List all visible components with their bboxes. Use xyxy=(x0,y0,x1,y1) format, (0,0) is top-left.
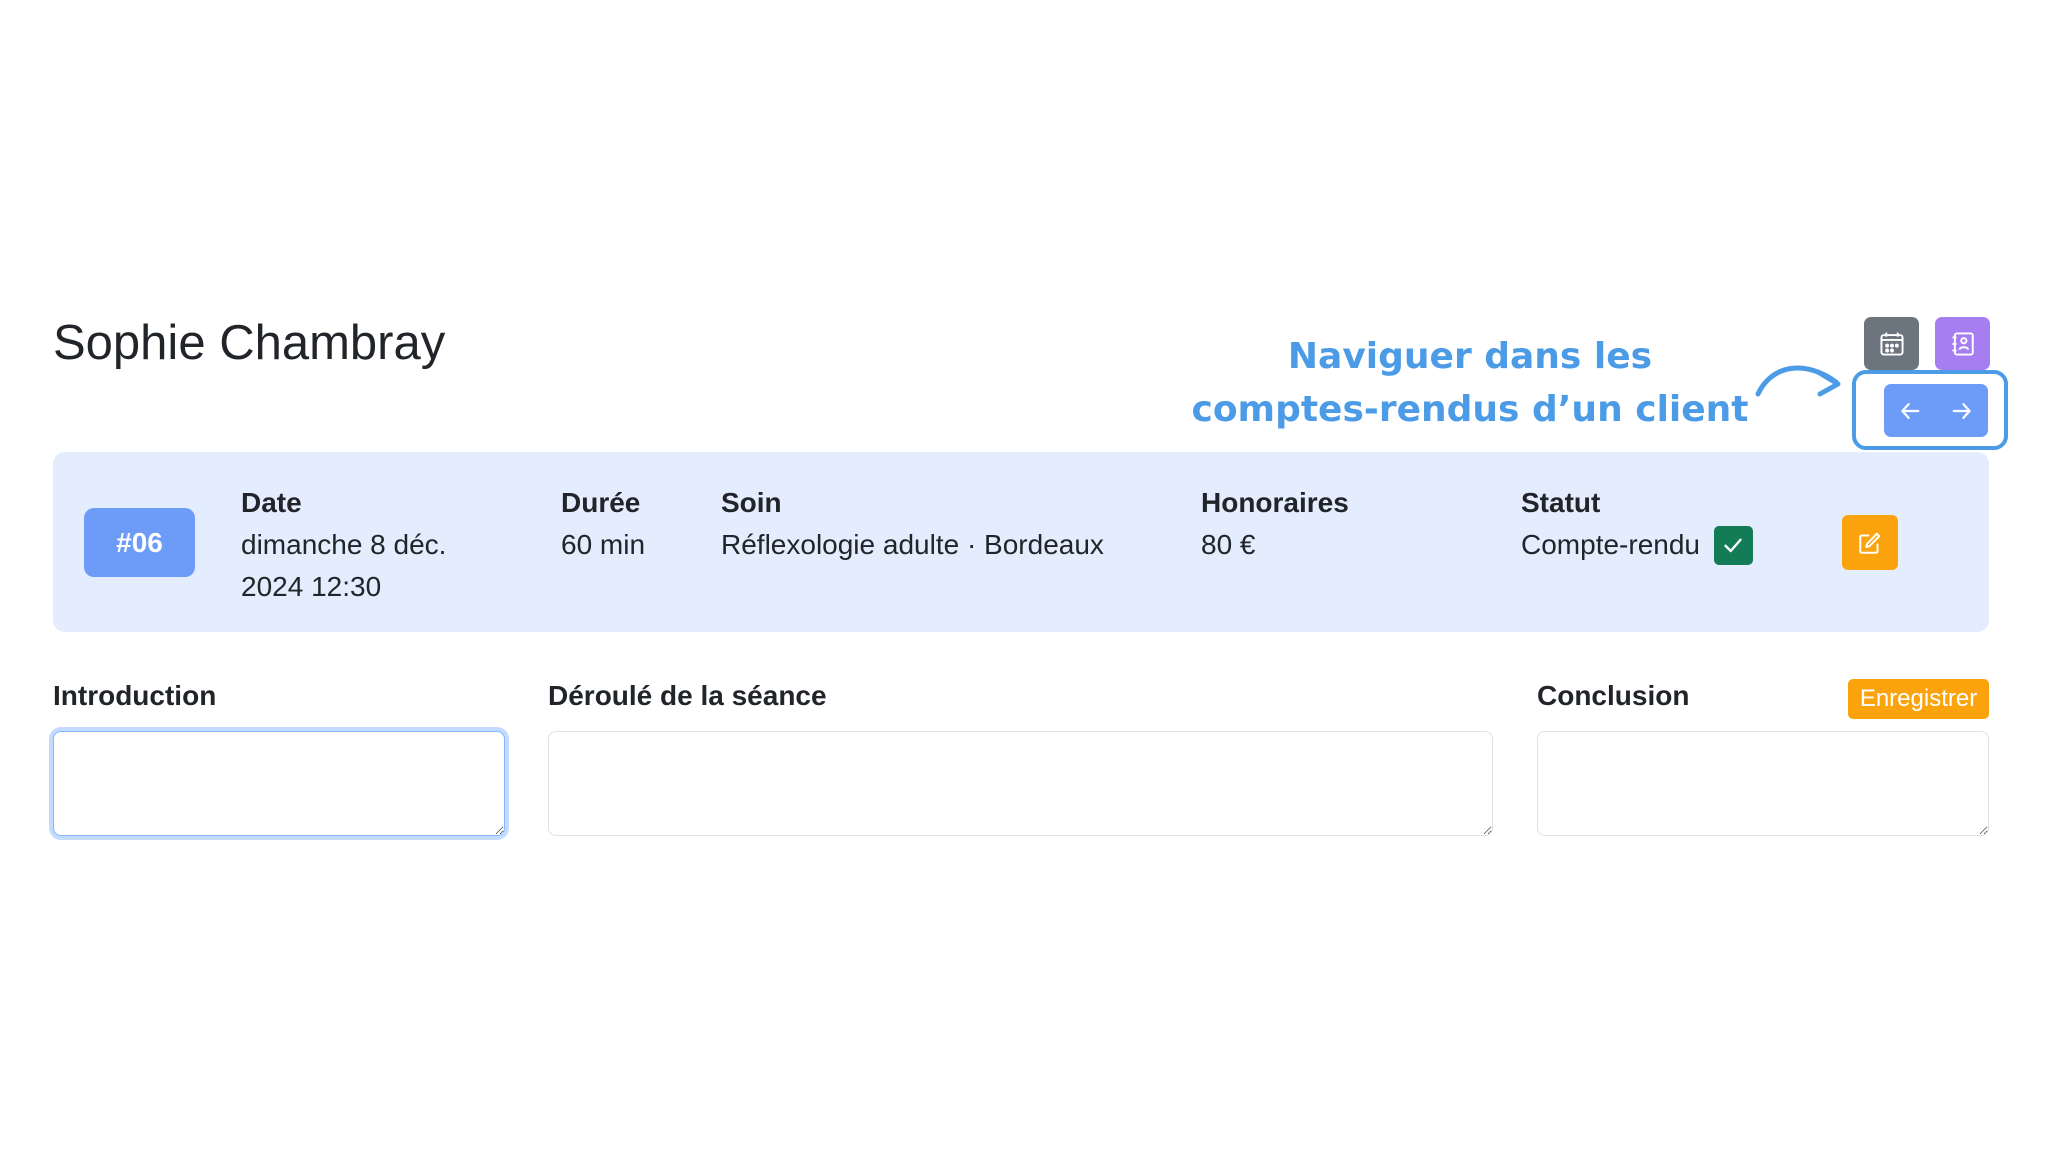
duration-value: 60 min xyxy=(561,529,646,560)
duration-field: Durée 60 min xyxy=(561,482,645,566)
journal-icon xyxy=(1951,331,1974,356)
edit-session-button[interactable] xyxy=(1842,515,1898,570)
calendar-icon xyxy=(1879,332,1904,356)
introduction-textarea[interactable] xyxy=(53,731,505,836)
check-icon xyxy=(1724,538,1743,553)
date-value: dimanche 8 déc. 2024 12:30 xyxy=(241,529,447,602)
conclusion-textarea[interactable] xyxy=(1537,731,1989,836)
date-label: Date xyxy=(241,487,302,518)
status-row: Compte-rendu xyxy=(1521,524,1753,566)
report-navigation xyxy=(1884,384,1988,437)
client-file-button[interactable] xyxy=(1935,317,1990,370)
client-name: Sophie Chambray xyxy=(53,316,446,370)
treatment-value: Réflexologie adulte · Bordeaux xyxy=(721,529,1104,560)
duration-label: Durée xyxy=(561,487,641,518)
treatment-field: Soin Réflexologie adulte · Bordeaux xyxy=(721,482,1104,566)
calendar-button[interactable] xyxy=(1864,317,1919,370)
session-info-card: #06 Date dimanche 8 déc. 2024 12:30 Duré… xyxy=(53,452,1989,632)
session-number-badge: #06 xyxy=(84,508,195,577)
fees-label: Honoraires xyxy=(1201,487,1349,518)
status-badge xyxy=(1713,525,1753,565)
session-progress-label: Déroulé de la séance xyxy=(548,680,827,711)
fees-value: 80 € xyxy=(1201,529,1256,560)
arrow-left-icon xyxy=(1901,402,1920,419)
arrow-right-icon xyxy=(1952,402,1971,419)
status-label: Statut xyxy=(1521,487,1601,518)
annotation-line-2: comptes-rendus d’un client xyxy=(1191,389,1749,430)
session-progress-textarea[interactable] xyxy=(548,731,1493,836)
annotation-arrow-icon xyxy=(1755,365,1841,397)
save-button[interactable]: Enregistrer xyxy=(1848,679,1989,719)
status-field: Statut Compte-rendu xyxy=(1521,482,1753,566)
annotation-line-1: Naviguer dans les xyxy=(1287,336,1653,377)
introduction-label: Introduction xyxy=(53,680,217,711)
top-actions xyxy=(1864,317,1990,370)
previous-report-button[interactable] xyxy=(1884,384,1936,437)
status-value: Compte-rendu xyxy=(1521,529,1700,560)
annotation-text: Naviguer dans les comptes-rendus d’un cl… xyxy=(1170,330,1770,436)
treatment-label: Soin xyxy=(721,487,782,518)
next-report-button[interactable] xyxy=(1936,384,1988,437)
conclusion-label: Conclusion xyxy=(1537,680,1690,711)
date-field: Date dimanche 8 déc. 2024 12:30 xyxy=(241,482,501,608)
pencil-square-icon xyxy=(1859,532,1881,554)
fees-field: Honoraires 80 € xyxy=(1201,482,1349,566)
